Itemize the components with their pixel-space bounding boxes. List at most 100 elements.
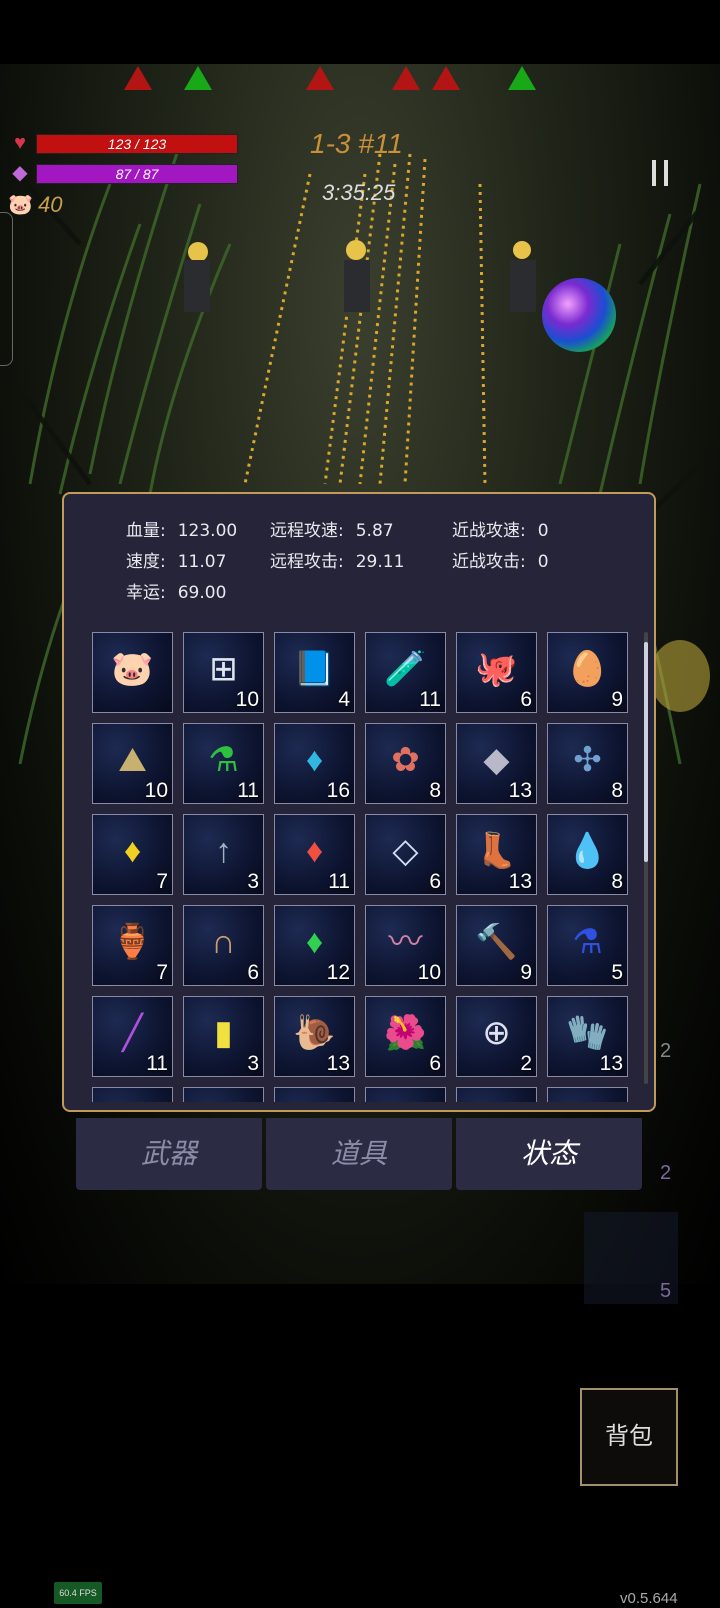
item-slot[interactable] — [274, 1087, 355, 1102]
item-slot[interactable]: ✿ 8 — [365, 723, 446, 804]
stage-label: 1-3 #11 — [310, 128, 403, 159]
scrollbar[interactable] — [644, 632, 648, 1084]
item-slot[interactable]: ⚗ 5 — [547, 905, 628, 986]
item-slot[interactable]: ↑ 3 — [183, 814, 264, 895]
item-slot[interactable]: ♦ 12 — [274, 905, 355, 986]
item-count: 6 — [247, 961, 259, 984]
item-slot[interactable] — [547, 1087, 628, 1102]
pause-button[interactable] — [652, 160, 672, 188]
backpack-button[interactable]: 背包 — [580, 1388, 678, 1486]
item-slot[interactable]: 🧪 11 — [365, 632, 446, 713]
egg-icon: 🥚 — [566, 649, 609, 688]
red-flower-icon: 🌺 — [384, 1013, 427, 1052]
item-count: 11 — [328, 870, 350, 893]
purple-wand-icon: ╱ — [122, 1013, 143, 1052]
dragonfly-icon: ✣ — [573, 740, 602, 779]
item-slot[interactable]: ◆ 13 — [456, 723, 537, 804]
item-slot[interactable]: 🐙 6 — [456, 632, 537, 713]
stat-hp: 血量: 123.00 — [126, 521, 238, 541]
top-bar — [0, 0, 720, 64]
item-slot[interactable]: 🐷 — [92, 632, 173, 713]
item-count: 13 — [508, 779, 532, 802]
stat-ranged-attack: 远程攻击: 29.11 — [270, 552, 405, 572]
item-slot[interactable]: 🐌 13 — [274, 996, 355, 1077]
pig-icon: 🐷 — [8, 194, 33, 216]
item-count: 8 — [429, 779, 441, 802]
item-grid-viewport[interactable]: 🐷 ⊞ 10 📘 4 🧪 11 🐙 6 🥚 9 ⛰ 10 ⚗ 11 ♦ 16 ✿ 8 ◆ 13 ✣ 8 ♦ 7 ↑ 3 ♦ 11 ◇ 6 👢 1… — [92, 632, 632, 1102]
timer: 3:35:25 — [322, 180, 396, 205]
ore-icon: ⛰ — [118, 740, 147, 779]
boots-icon: 👢 — [475, 831, 518, 870]
stat-luck: 幸运: 69.00 — [126, 583, 227, 603]
gloves-icon: 🧤 — [566, 1013, 609, 1052]
item-count: 10 — [144, 779, 168, 802]
version-label: v0.5.644 — [620, 1590, 678, 1607]
tab-status[interactable]: 状态 — [456, 1118, 642, 1190]
item-count: 13 — [599, 1052, 623, 1075]
stat-melee-speed: 近战攻速: 0 — [452, 521, 549, 541]
item-slot[interactable]: ⊞ 10 — [183, 632, 264, 713]
item-slot[interactable] — [365, 1087, 446, 1102]
yellow-crystal-icon: ♦ — [123, 831, 142, 870]
green-gem-icon: ♦ — [305, 922, 324, 961]
item-slot[interactable] — [183, 1087, 264, 1102]
item-slot[interactable]: 🌺 6 — [365, 996, 446, 1077]
side-count: 5 — [660, 1280, 672, 1302]
item-slot[interactable]: 🥚 9 — [547, 632, 628, 713]
item-slot[interactable]: 🏺 7 — [92, 905, 173, 986]
item-slot[interactable]: ♦ 11 — [274, 814, 355, 895]
pause-icon — [664, 160, 668, 186]
item-count: 16 — [326, 779, 350, 802]
item-slot[interactable]: ⚗ 11 — [183, 723, 264, 804]
scrollbar-thumb[interactable] — [644, 642, 648, 862]
status-panel: 血量: 123.00 远程攻速: 5.87 近战攻速: 0 速度: 11.07 远程攻击… — [62, 492, 656, 1112]
purple-snail-icon: 🐌 — [293, 1013, 336, 1052]
enemy-marker — [124, 66, 152, 90]
item-count: 9 — [520, 961, 532, 984]
item-count: 11 — [419, 688, 441, 711]
side-count: 2 — [660, 1040, 672, 1062]
stone-icon: ◆ — [483, 740, 510, 779]
tab-weapons[interactable]: 武器 — [76, 1118, 262, 1190]
item-slot[interactable]: 💧 8 — [547, 814, 628, 895]
item-count: 8 — [611, 870, 623, 893]
item-slot[interactable]: 👢 13 — [456, 814, 537, 895]
yellow-card-icon: ▮ — [214, 1013, 233, 1052]
item-slot[interactable]: ╱ 11 — [92, 996, 173, 1077]
side-count: 2 — [660, 1162, 672, 1184]
side-drawer-handle[interactable] — [0, 212, 13, 366]
blue-crystal-icon: ♦ — [305, 740, 324, 779]
piggy-bank-icon: 🐷 — [111, 649, 154, 688]
item-slot[interactable]: 〰 10 — [365, 905, 446, 986]
blue-potion-icon: ⚗ — [572, 922, 603, 961]
worm-icon: 〰 — [388, 922, 423, 961]
item-count: 13 — [508, 870, 532, 893]
item-count: 2 — [520, 1052, 532, 1075]
item-slot[interactable]: 🧤 13 — [547, 996, 628, 1077]
heart-icon: ♥ — [14, 132, 26, 154]
item-count: 4 — [338, 688, 350, 711]
item-count: 3 — [247, 870, 259, 893]
tab-items[interactable]: 道具 — [266, 1118, 452, 1190]
item-count: 10 — [417, 961, 441, 984]
item-count: 7 — [156, 961, 168, 984]
ally-marker — [508, 66, 536, 90]
item-slot[interactable]: ◇ 6 — [365, 814, 446, 895]
vial-icon: 🧪 — [384, 649, 427, 688]
item-count: 6 — [520, 688, 532, 711]
item-slot[interactable]: 🔨 9 — [456, 905, 537, 986]
item-slot[interactable]: 📘 4 — [274, 632, 355, 713]
item-slot[interactable] — [456, 1087, 537, 1102]
item-slot[interactable]: ♦ 7 — [92, 814, 173, 895]
item-slot[interactable]: ⊕ 2 — [456, 996, 537, 1077]
pause-icon — [652, 160, 656, 186]
item-slot[interactable]: ✣ 8 — [547, 723, 628, 804]
item-slot[interactable]: ⛰ 10 — [92, 723, 173, 804]
stat-ranged-speed: 远程攻速: 5.87 — [270, 521, 394, 541]
item-slot[interactable]: ▮ 3 — [183, 996, 264, 1077]
item-slot[interactable] — [92, 1087, 173, 1102]
item-slot[interactable]: ♦ 16 — [274, 723, 355, 804]
item-slot[interactable]: ∩ 6 — [183, 905, 264, 986]
diamond-plate-icon: ◇ — [392, 831, 419, 870]
enemy-marker — [392, 66, 420, 90]
